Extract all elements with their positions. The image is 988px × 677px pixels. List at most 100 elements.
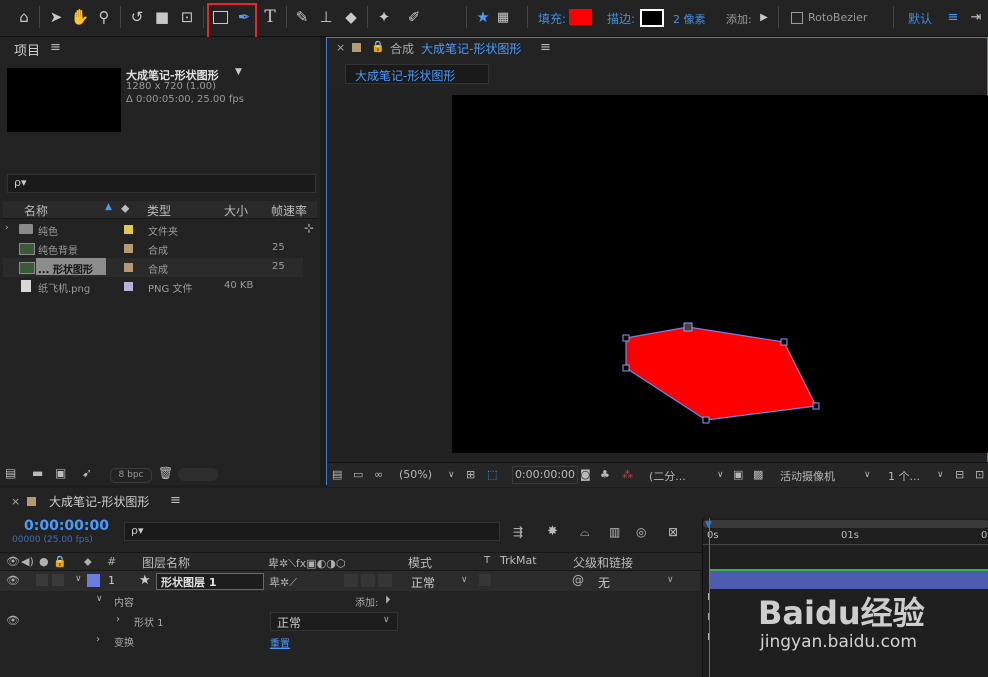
- parent-dropdown[interactable]: 无 ∨: [594, 573, 682, 590]
- label-tag-icon[interactable]: ⬥: [84, 555, 92, 569]
- col-type[interactable]: 类型: [147, 202, 171, 219]
- comp-subtab[interactable]: 大成笔记-形状图形: [345, 64, 489, 84]
- col-fps[interactable]: 帧速率: [271, 202, 307, 219]
- roi-icon[interactable]: ▣: [733, 468, 743, 481]
- col-layer-name[interactable]: 图层名称: [142, 554, 190, 571]
- close-tab-icon[interactable]: ×: [336, 41, 345, 54]
- eraser-icon[interactable]: ◆: [340, 6, 362, 28]
- switch-box[interactable]: [344, 574, 358, 587]
- viewer-menu-icon[interactable]: ≡: [540, 40, 551, 55]
- grid-toggle-icon[interactable]: ▦: [494, 6, 512, 28]
- fast-preview-icon[interactable]: ⊡: [975, 468, 984, 481]
- snapshot-icon[interactable]: ◙: [580, 468, 591, 481]
- brush-icon[interactable]: ✎: [292, 6, 312, 28]
- trash-icon[interactable]: 🗑: [158, 466, 173, 480]
- stroke-width[interactable]: 2 像素: [673, 11, 706, 27]
- add-label[interactable]: 添加:: [726, 11, 752, 27]
- chevron-down-icon[interactable]: ∨: [75, 574, 82, 584]
- sort-asc-icon[interactable]: ▲: [105, 202, 112, 212]
- stroke-label[interactable]: 描边:: [607, 10, 635, 27]
- layer-switches-icon[interactable]: 卑✲⟋: [269, 574, 297, 590]
- resolution-dropdown[interactable]: (二分...: [649, 468, 686, 484]
- panel-menu-icon[interactable]: ≡: [50, 40, 61, 55]
- shy-icon[interactable]: ⌓: [580, 525, 590, 540]
- thumbnail-slider[interactable]: [178, 468, 218, 481]
- rotate-icon[interactable]: ↺: [127, 6, 147, 28]
- shape-row[interactable]: 👁 › 形状 1 正常 ∨: [0, 611, 700, 631]
- puppet-pin-icon[interactable]: ✐: [404, 6, 424, 28]
- layer-row[interactable]: 👁 ∨ 1 ★ 形状图层 1 卑✲⟋ 正常 ∨ @ 无 ∨: [0, 571, 700, 591]
- camera-dropdown[interactable]: 活动摄像机: [780, 468, 835, 484]
- preview-icon[interactable]: ▭: [353, 468, 363, 481]
- timeline-search-input[interactable]: ρ▾: [124, 522, 500, 541]
- eye-icon[interactable]: 👁: [6, 614, 20, 627]
- comp-flowchart-icon[interactable]: ⇶: [513, 525, 523, 539]
- shape-mode-dropdown[interactable]: 正常 ∨: [270, 612, 398, 631]
- chevron-down-icon[interactable]: ∨: [448, 470, 455, 480]
- transform-row[interactable]: › 变换 重置: [0, 631, 700, 651]
- lock-box[interactable]: [52, 574, 64, 586]
- motion-blur-icon[interactable]: ◎: [636, 525, 646, 539]
- camera-icon[interactable]: ■: [151, 6, 173, 28]
- project-search-input[interactable]: ρ▾: [7, 174, 316, 193]
- project-panel-title[interactable]: 项目: [14, 40, 40, 59]
- col-size[interactable]: 大小: [224, 202, 248, 219]
- trkmat-box[interactable]: [479, 574, 491, 586]
- work-area-bar[interactable]: [703, 520, 988, 528]
- col-name[interactable]: 名称: [24, 202, 48, 219]
- contents-row[interactable]: ∨ 内容 添加: ⏵: [0, 591, 700, 611]
- label-swatch[interactable]: [124, 282, 133, 291]
- bpc-button[interactable]: 8 bpc: [110, 468, 152, 483]
- region-icon[interactable]: ⬚: [487, 468, 497, 481]
- chevron-right-icon[interactable]: ›: [116, 614, 120, 625]
- zoom-dropdown[interactable]: (50%): [399, 468, 432, 481]
- chevron-right-icon[interactable]: ›: [96, 634, 100, 645]
- list-item-selected[interactable]: ... 形状图形 合成 25: [3, 258, 303, 277]
- new-folder-icon[interactable]: ▬: [32, 466, 43, 480]
- flowchart-icon[interactable]: ⊹: [304, 221, 314, 235]
- toggle-pixel-icon[interactable]: ⊟: [955, 468, 964, 481]
- label-swatch[interactable]: [124, 225, 133, 234]
- workspace-default[interactable]: 默认: [908, 10, 932, 27]
- frame-blending-icon[interactable]: ▥: [609, 525, 620, 539]
- chevron-down-icon[interactable]: ∨: [937, 470, 944, 480]
- viewer-tab-name[interactable]: 大成笔记-形状图形: [421, 40, 521, 57]
- chevron-down-icon[interactable]: ∨: [96, 594, 103, 604]
- mask-icon[interactable]: ∞: [374, 468, 383, 481]
- home-icon[interactable]: ⌂: [13, 6, 35, 28]
- reset-link[interactable]: 重置: [270, 635, 290, 650]
- pan-behind-icon[interactable]: ⊡: [177, 6, 197, 28]
- chevron-down-icon[interactable]: ∨: [717, 470, 724, 480]
- solo-box[interactable]: [36, 574, 48, 586]
- fill-label[interactable]: 填充:: [538, 10, 566, 27]
- fill-swatch[interactable]: [569, 9, 592, 25]
- switch-box[interactable]: [378, 574, 392, 587]
- rotobezier-checkbox[interactable]: [791, 12, 803, 24]
- eye-icon[interactable]: 👁: [6, 555, 20, 568]
- snapshot-options-icon[interactable]: ▤: [332, 468, 342, 481]
- layer-name-field[interactable]: 形状图层 1: [156, 573, 264, 590]
- col-trkmat[interactable]: TrkMat: [500, 554, 537, 567]
- layer-label-swatch[interactable]: [87, 574, 100, 587]
- chevron-down-icon[interactable]: ∨: [864, 470, 871, 480]
- list-item[interactable]: 纸飞机.png PNG 文件 40 KB: [3, 277, 303, 296]
- label-tag-icon[interactable]: ⬥: [121, 201, 129, 216]
- roto-brush-icon[interactable]: ✦: [373, 6, 395, 28]
- list-item[interactable]: 纯色背景 合成 25: [3, 239, 303, 258]
- comp-dropdown-icon[interactable]: ▼: [235, 67, 242, 77]
- add-menu-icon[interactable]: ⏵: [385, 593, 391, 607]
- overflow-icon[interactable]: ⇥: [968, 6, 984, 28]
- switch-box[interactable]: [361, 574, 375, 587]
- mode-dropdown[interactable]: 正常 ∨: [408, 573, 472, 590]
- solo-icon[interactable]: ●: [39, 555, 49, 568]
- composition-canvas[interactable]: [452, 95, 988, 453]
- viewer-timecode[interactable]: 0:00:00:00: [512, 466, 578, 484]
- render-icon[interactable]: ➹: [82, 466, 92, 480]
- col-mode[interactable]: 模式: [408, 554, 432, 571]
- interpret-footage-icon[interactable]: ▤: [5, 466, 16, 480]
- lock-icon[interactable]: 🔒: [371, 40, 385, 53]
- grid-icon[interactable]: ⊞: [466, 468, 475, 481]
- label-swatch[interactable]: [124, 263, 133, 272]
- viewer-tab-prefix[interactable]: 合成: [390, 40, 414, 57]
- hand-icon[interactable]: ✋: [70, 6, 90, 28]
